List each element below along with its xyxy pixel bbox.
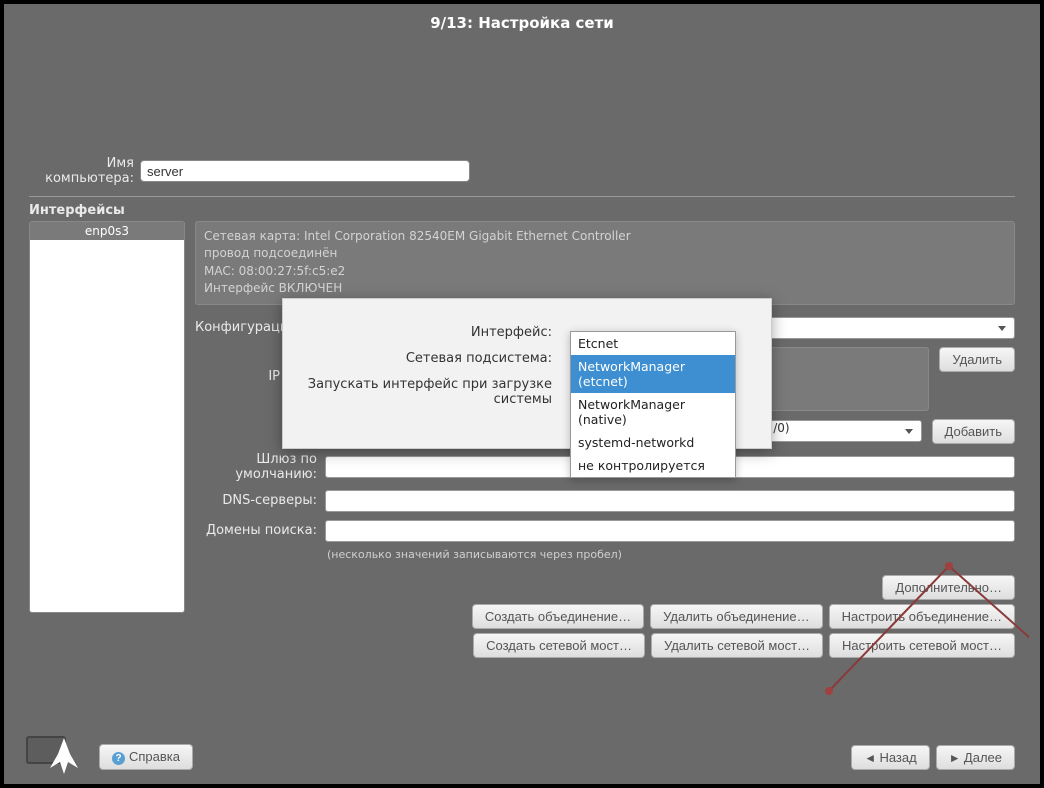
dropdown-item-nm-etcnet[interactable]: NetworkManager (etcnet) <box>571 355 735 393</box>
modal-iface-label: Интерфейс: <box>305 323 557 340</box>
dropdown-item-systemd-networkd[interactable]: systemd-networkd <box>571 431 735 454</box>
modal-autostart-label: Запускать интерфейс при загрузке системы <box>305 375 557 407</box>
modal-subsys-label: Сетевая подсистема: <box>305 349 557 366</box>
modal-overlay: Интерфейс: Сетевая подсистема: Запускать… <box>4 4 1040 784</box>
dropdown-item-nm-native[interactable]: NetworkManager (native) <box>571 393 735 431</box>
subsystem-dropdown[interactable]: Etcnet NetworkManager (etcnet) NetworkMa… <box>570 331 736 478</box>
dropdown-item-unmanaged[interactable]: не контролируется <box>571 454 735 477</box>
dropdown-item-etcnet[interactable]: Etcnet <box>571 332 735 355</box>
app-window: 9/13: Настройка сети Имя компьютера: Инт… <box>4 4 1040 784</box>
